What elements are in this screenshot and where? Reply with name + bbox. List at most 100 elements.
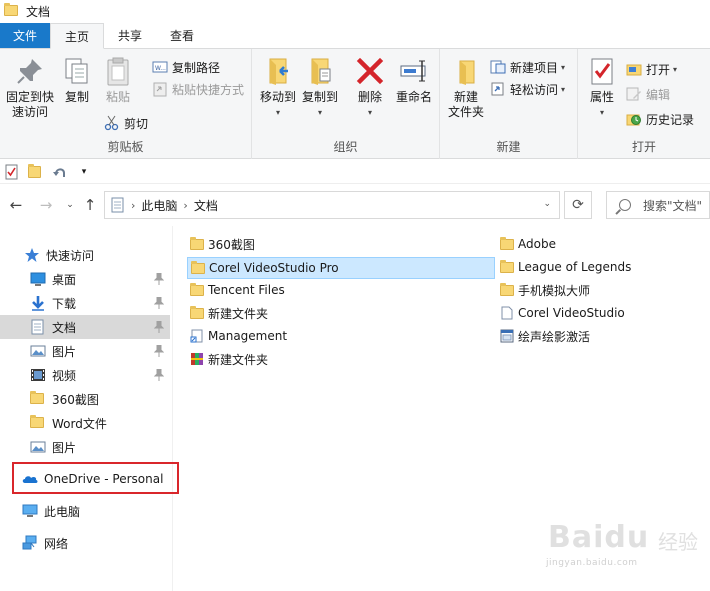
pin-icon[interactable] — [153, 296, 165, 309]
scissors-icon — [104, 115, 120, 131]
copy-path-button[interactable]: W... 复制路径 — [152, 57, 220, 77]
nav-item-downloads[interactable]: 下载 — [0, 291, 170, 315]
folder-icon — [190, 283, 204, 297]
paste-label: 粘贴 — [105, 90, 130, 104]
pin-icon[interactable] — [153, 368, 165, 381]
forward-arrow-icon[interactable]: → — [36, 195, 56, 215]
nav-item-desktop[interactable]: 桌面 — [0, 267, 170, 291]
delete-x-icon — [354, 55, 386, 87]
file-item-new-folder[interactable]: 新建文件夹 — [190, 302, 268, 324]
breadcrumb-separator-icon: › — [131, 198, 136, 212]
breadcrumb-this-pc[interactable]: 此电脑 — [141, 197, 177, 214]
file-item-new-folder-archive[interactable]: 新建文件夹 — [190, 348, 268, 370]
tab-view[interactable]: 查看 — [156, 23, 208, 48]
nav-this-pc[interactable]: 此电脑 — [0, 499, 170, 523]
nav-item-pictures[interactable]: 图片 — [0, 339, 170, 363]
new-item-button[interactable]: 新建项目 ▾ — [490, 57, 565, 77]
window-title: 文档 — [26, 4, 51, 19]
delete-button[interactable]: 删除 ▾ — [352, 55, 388, 120]
new-folder-button[interactable]: 新建 文件夹 — [444, 55, 488, 120]
move-to-button[interactable]: 移动到 ▾ — [258, 55, 298, 120]
paste-shortcut-button[interactable]: 粘贴快捷方式 — [152, 79, 244, 99]
nav-quick-access[interactable]: 快速访问 — [0, 243, 170, 267]
history-button[interactable]: 历史记录 — [626, 109, 694, 129]
easy-access-button[interactable]: 轻松访问 ▾ — [490, 79, 565, 99]
properties-button[interactable]: 属性 ▾ — [584, 55, 620, 120]
ribbon-tabs: 文件 主页 共享 查看 — [0, 23, 710, 49]
edit-button[interactable]: 编辑 — [626, 84, 670, 104]
file-item-corel-videostudio[interactable]: Corel VideoStudio — [500, 302, 625, 324]
pin-icon[interactable] — [153, 344, 165, 357]
file-name: 新建文件夹 — [208, 306, 269, 321]
file-item-phone-emulator[interactable]: 手机模拟大师 — [500, 279, 590, 301]
undo-icon[interactable] — [52, 164, 68, 180]
organize-group-label: 组织 — [333, 140, 358, 154]
cut-button[interactable]: 剪切 — [104, 113, 148, 133]
breadcrumb-documents[interactable]: 文档 — [194, 197, 218, 214]
file-icon — [500, 306, 514, 320]
copy-icon — [61, 55, 93, 87]
copy-to-button[interactable]: 复制到 ▾ — [300, 55, 340, 120]
desktop-icon — [30, 271, 46, 287]
pin-icon[interactable] — [153, 320, 165, 333]
address-dropdown-icon[interactable]: ⌄ — [543, 199, 551, 209]
nav-item-label: 图片 — [52, 440, 77, 455]
archive-icon — [190, 352, 204, 366]
copy-to-label: 复制到 — [301, 90, 338, 104]
pin-icon — [14, 55, 46, 87]
refresh-icon[interactable]: ⟳ — [564, 191, 592, 219]
nav-item-word-files[interactable]: Word文件 — [0, 411, 170, 435]
watermark-zh: 经验 — [658, 530, 698, 554]
title-bar: 文档 — [0, 0, 710, 22]
nav-network[interactable]: 网络 — [0, 531, 170, 555]
file-item-360-screenshots[interactable]: 360截图 — [190, 233, 255, 255]
file-item-tencent-files[interactable]: Tencent Files — [190, 279, 285, 301]
nav-item-videos[interactable]: 视频 — [0, 363, 170, 387]
copy-label: 复制 — [64, 90, 89, 104]
nav-item-label: 文档 — [52, 320, 77, 335]
customize-qat-dropdown-icon[interactable]: ▾ — [76, 164, 92, 180]
file-item-videostudio-activation[interactable]: 绘声绘影激活 — [500, 325, 590, 347]
rename-button[interactable]: 重命名 — [392, 55, 436, 105]
file-item-adobe[interactable]: Adobe — [500, 233, 556, 255]
pin-icon[interactable] — [153, 272, 165, 285]
new-folder-qat-icon[interactable] — [28, 163, 44, 180]
open-button[interactable]: 打开 ▾ — [626, 59, 677, 79]
rename-icon — [398, 55, 430, 87]
paste-button[interactable]: 粘贴 — [100, 55, 136, 105]
copy-button[interactable]: 复制 — [60, 55, 94, 105]
up-arrow-icon[interactable]: ↑ — [80, 195, 100, 215]
open-label: 打开 — [646, 62, 671, 77]
pane-divider[interactable] — [172, 226, 173, 591]
annotation-highlight-box — [12, 462, 179, 494]
quick-access-toolbar: ▾ — [0, 160, 710, 184]
new-item-icon — [490, 59, 506, 75]
file-item-league-of-legends[interactable]: League of Legends — [500, 256, 631, 278]
tab-share[interactable]: 共享 — [104, 23, 156, 48]
pin-quick-access-button[interactable]: 固定到快 速访问 — [4, 55, 56, 120]
address-bar[interactable]: › 此电脑 › 文档 ⌄ — [104, 191, 560, 219]
nav-item-pictures-2[interactable]: 图片 — [0, 435, 170, 459]
back-arrow-icon[interactable]: ← — [6, 195, 26, 215]
tab-file[interactable]: 文件 — [0, 23, 50, 48]
breadcrumb-separator-icon: › — [183, 198, 188, 212]
documents-icon — [111, 197, 125, 213]
recent-locations-dropdown-icon[interactable]: ⌄ — [60, 195, 80, 215]
paste-shortcut-label: 粘贴快捷方式 — [172, 82, 245, 97]
copy-path-label: 复制路径 — [172, 60, 221, 75]
file-name: 绘声绘影激活 — [518, 329, 591, 344]
pictures-icon — [30, 343, 46, 359]
file-name: Corel VideoStudio — [518, 306, 625, 320]
search-box[interactable]: 搜索"文档" — [606, 191, 710, 219]
easy-access-label: 轻松访问 — [510, 82, 559, 97]
file-item-corel-videostudio-pro[interactable]: Corel VideoStudio Pro — [187, 257, 495, 279]
ribbon: 固定到快 速访问 复制 粘贴 W... 复制路径 粘贴快捷方式 剪切 剪贴板 移… — [0, 49, 710, 159]
nav-item-label: 下载 — [52, 296, 77, 311]
nav-item-360-screenshots[interactable]: 360截图 — [0, 387, 170, 411]
nav-item-documents[interactable]: 文档 — [0, 315, 170, 339]
video-film-icon — [30, 367, 46, 383]
tab-home[interactable]: 主页 — [50, 23, 105, 49]
search-icon — [619, 199, 631, 211]
file-item-management[interactable]: Management — [190, 325, 287, 347]
properties-check-icon[interactable] — [4, 164, 20, 180]
